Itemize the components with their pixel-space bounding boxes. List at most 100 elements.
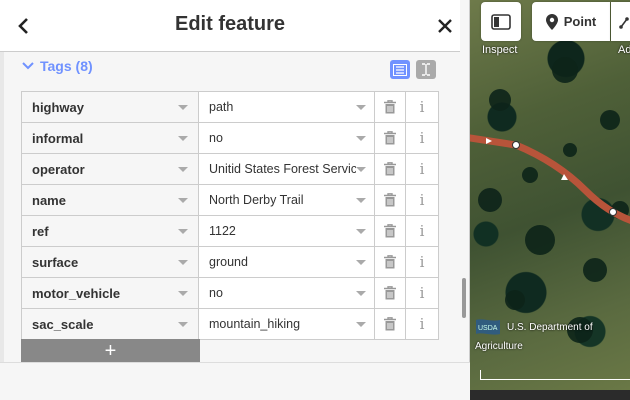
tag-key-field[interactable]: name [22, 185, 199, 215]
tag-value-text: mountain_hiking [209, 317, 301, 331]
caret-down-icon [178, 135, 188, 141]
caret-down-icon [356, 290, 366, 296]
tag-value-text: North Derby Trail [209, 193, 304, 207]
caret-down-icon [178, 259, 188, 265]
close-button[interactable] [432, 12, 458, 40]
tag-value-text: no [209, 286, 223, 300]
tag-value-field[interactable]: no [199, 278, 375, 308]
page-title: Edit feature [174, 13, 286, 35]
tag-value-field[interactable]: Unitid States Forest Service [199, 154, 375, 184]
tag-key-text: operator [32, 161, 85, 177]
tag-key-field[interactable]: sac_scale [22, 309, 199, 339]
info-icon: i [419, 129, 425, 147]
table-row: operator Unitid States Forest Service i [22, 154, 438, 185]
line-tool-icon [619, 16, 629, 29]
info-icon: i [419, 222, 425, 240]
tag-key-field[interactable]: ref [22, 216, 199, 246]
chevron-down-icon [22, 62, 34, 70]
scrollbar[interactable] [462, 278, 466, 318]
trash-icon [384, 286, 396, 300]
feature-editor-panel: Edit feature Tags (8) highway path i inf… [0, 0, 470, 400]
inspect-button[interactable] [481, 2, 521, 41]
add-tag-button[interactable]: + [21, 339, 200, 362]
table-row: motor_vehicle no i [22, 278, 438, 309]
tag-value-text: ground [209, 255, 248, 269]
delete-tag-button[interactable] [375, 309, 406, 339]
info-icon: i [419, 315, 425, 333]
list-view-icon [393, 63, 407, 76]
close-icon [438, 19, 452, 33]
tag-key-field[interactable]: surface [22, 247, 199, 277]
tag-key-text: highway [32, 99, 85, 115]
trash-icon [384, 317, 396, 331]
map-scale-bar [480, 370, 630, 380]
info-icon: i [419, 98, 425, 116]
tag-key-field[interactable]: motor_vehicle [22, 278, 199, 308]
delete-tag-button[interactable] [375, 185, 406, 215]
tag-value-field[interactable]: path [199, 92, 375, 122]
text-view-button[interactable] [416, 60, 436, 79]
tags-section-toggle[interactable]: Tags (8) [22, 58, 93, 74]
tag-key-field[interactable]: highway [22, 92, 199, 122]
tag-info-button[interactable]: i [406, 123, 438, 153]
tag-value-text: no [209, 131, 223, 145]
tag-key-field[interactable]: operator [22, 154, 199, 184]
text-cursor-icon [422, 63, 430, 76]
trail-vertex[interactable] [512, 141, 520, 149]
table-row: sac_scale mountain_hiking i [22, 309, 438, 340]
trash-icon [384, 193, 396, 207]
tag-table: highway path i informal no i operator Un… [21, 91, 439, 340]
tag-value-field[interactable]: mountain_hiking [199, 309, 375, 339]
info-icon: i [419, 191, 425, 209]
info-icon: i [419, 253, 425, 271]
caret-down-icon [178, 228, 188, 234]
attribution-line-1: U.S. Department of [507, 322, 593, 333]
caret-down-icon [178, 290, 188, 296]
trash-icon [384, 131, 396, 145]
caret-down-icon [178, 166, 188, 172]
caret-down-icon [356, 321, 366, 327]
panel-header: Edit feature [0, 0, 460, 52]
caret-down-icon [356, 104, 366, 110]
tag-value-field[interactable]: no [199, 123, 375, 153]
caret-down-icon [356, 135, 366, 141]
trash-icon [384, 100, 396, 114]
delete-tag-button[interactable] [375, 123, 406, 153]
list-view-button[interactable] [390, 60, 410, 79]
add-line-button[interactable] [611, 2, 630, 41]
tag-info-button[interactable]: i [406, 92, 438, 122]
add-point-button[interactable]: Point [532, 2, 610, 41]
table-row: informal no i [22, 123, 438, 154]
map-attribution[interactable]: U.S. Department of Agriculture [475, 318, 625, 356]
tag-info-button[interactable]: i [406, 309, 438, 339]
tag-key-text: informal [32, 130, 84, 146]
panel-footer [0, 362, 470, 400]
table-row: name North Derby Trail i [22, 185, 438, 216]
delete-tag-button[interactable] [375, 154, 406, 184]
delete-tag-button[interactable] [375, 247, 406, 277]
tag-value-field[interactable]: 1122 [199, 216, 375, 246]
tag-info-button[interactable]: i [406, 278, 438, 308]
plus-icon: + [104, 340, 117, 362]
tag-info-button[interactable]: i [406, 247, 438, 277]
tag-value-field[interactable]: ground [199, 247, 375, 277]
trash-icon [384, 255, 396, 269]
delete-tag-button[interactable] [375, 278, 406, 308]
tag-key-text: surface [32, 254, 79, 270]
tag-info-button[interactable]: i [406, 216, 438, 246]
caret-down-icon [356, 259, 366, 265]
tag-info-button[interactable]: i [406, 154, 438, 184]
tree-canopy [478, 57, 629, 343]
caret-down-icon [178, 197, 188, 203]
inspect-label: Inspect [482, 44, 518, 56]
tag-key-field[interactable]: informal [22, 123, 199, 153]
trash-icon [384, 162, 396, 176]
tag-value-text: Unitid States Forest Service [209, 162, 356, 176]
caret-down-icon [356, 197, 366, 203]
delete-tag-button[interactable] [375, 216, 406, 246]
trail-vertex[interactable] [609, 208, 617, 216]
add-label: Ad [618, 44, 630, 56]
delete-tag-button[interactable] [375, 92, 406, 122]
tag-info-button[interactable]: i [406, 185, 438, 215]
tag-value-field[interactable]: North Derby Trail [199, 185, 375, 215]
